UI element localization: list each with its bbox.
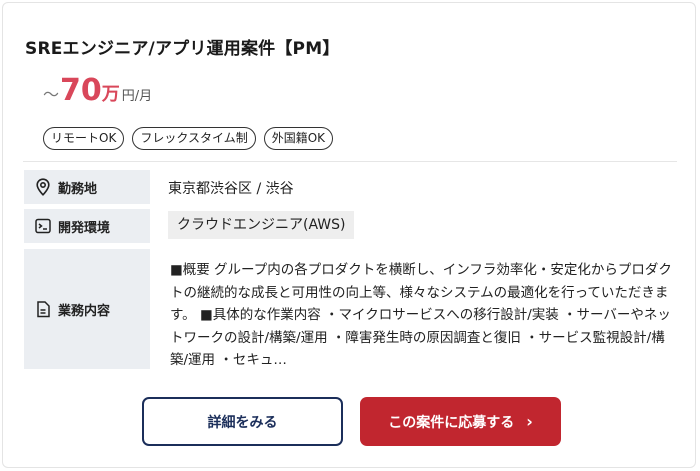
terminal-icon — [34, 217, 52, 235]
divider — [23, 161, 677, 162]
chevron-right-icon: › — [526, 412, 533, 431]
description-label-text: 業務内容 — [58, 303, 111, 319]
location-label-text: 勤務地 — [58, 181, 98, 197]
job-title[interactable]: SREエンジニア/アプリ運用案件【PM】 — [25, 34, 340, 59]
tag-foreign: 外国籍OK — [263, 127, 334, 150]
environment-chip: クラウドエンジニア(AWS) — [168, 211, 355, 239]
salary-amount: 70 — [60, 73, 102, 108]
detail-button[interactable]: 詳細をみる — [142, 397, 343, 446]
environment-label: 開発環境 — [24, 209, 150, 243]
location-value: 東京都渋谷区 / 渋谷 — [168, 181, 294, 197]
salary: ～ 70 万 円/月 — [43, 73, 152, 113]
description-text: ■概要 グループ内の各プロダクトを横断し、インフラ効率化・安定化からプロダクトの… — [170, 262, 672, 369]
tag-flextime: フレックスタイム制 — [132, 127, 256, 150]
apply-button-label: この案件に応募する — [388, 414, 515, 431]
salary-unit: 円/月 — [121, 89, 153, 104]
apply-button[interactable]: この案件に応募する › — [360, 397, 561, 446]
salary-man: 万 — [101, 84, 120, 105]
tag-remote: リモートOK — [43, 127, 125, 150]
map-pin-icon — [34, 178, 52, 196]
tag-list: リモートOK フレックスタイム制 外国籍OK — [43, 127, 334, 150]
salary-prefix: ～ — [43, 85, 60, 104]
description-label: 業務内容 — [24, 249, 150, 369]
environment-label-text: 開発環境 — [58, 220, 111, 236]
detail-button-label: 詳細をみる — [207, 414, 278, 431]
location-label: 勤務地 — [24, 170, 150, 204]
document-icon — [34, 300, 52, 318]
